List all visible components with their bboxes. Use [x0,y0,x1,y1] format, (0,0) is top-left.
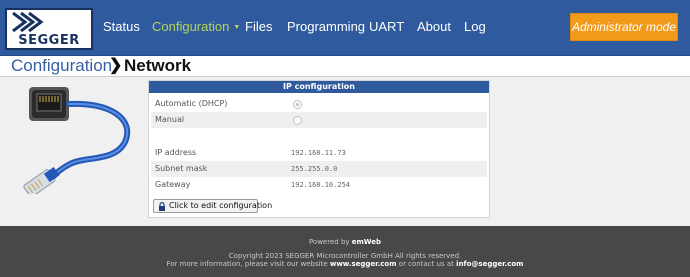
manual-radio[interactable] [293,116,302,125]
website-link[interactable]: www.segger.com [330,260,397,268]
ip-address-value: 192.168.11.73 [291,149,346,157]
footer-contact: For more information, please visit our w… [0,260,690,268]
footer-copyright: Copyright 2023 SEGGER Microcontroller Gm… [228,252,462,260]
subnet-mask-value: 255.255.0.0 [291,165,338,173]
powered-by-prefix: Powered by [308,238,350,246]
nav-about[interactable]: About [417,19,451,34]
subnet-mask-row: Subnet mask 255.255.0.0 [151,161,487,177]
gateway-value: 192.168.10.254 [291,181,351,189]
administrator-mode-button[interactable]: Administrator mode [570,13,678,41]
nav-files[interactable]: Files [245,19,272,34]
top-navigation-bar: SEGGER Status Configuration ▼ Files Progr… [0,0,690,56]
email-link[interactable]: info@segger.com [456,260,523,268]
edit-configuration-label: Click to edit configuration [169,201,273,210]
nav-configuration-label: Configuration [152,19,230,34]
gateway-row: Gateway 192.168.10.254 [151,177,487,193]
footer: Powered by emWeb Copyright 2023 SEGGER M… [0,226,690,277]
ethernet-cable-icon [23,87,130,194]
breadcrumb: Configuration ❯ Network [0,56,690,77]
nav-status[interactable]: Status [103,19,140,34]
ip-address-label: IP address [155,148,197,157]
contact-middle: or contact us at [398,260,454,268]
manual-label: Manual [155,115,185,124]
powered-by-brand[interactable]: emWeb [352,238,381,246]
nav-programming[interactable]: Programming [287,19,365,34]
nav-uart[interactable]: UART [369,19,404,34]
dhcp-label: Automatic (DHCP) [155,99,228,108]
ip-configuration-panel: IP configuration Automatic (DHCP) Manual… [148,80,490,218]
gateway-label: Gateway [155,180,191,189]
dhcp-row[interactable]: Automatic (DHCP) [151,96,487,112]
nav-log[interactable]: Log [464,19,486,34]
manual-row[interactable]: Manual [151,112,487,128]
lock-icon [159,202,165,211]
dropdown-caret-icon: ▼ [233,24,241,31]
logo-text: SEGGER [18,33,80,48]
dhcp-radio[interactable] [293,100,302,109]
contact-prefix: For more information, please visit our w… [166,260,328,268]
breadcrumb-parent[interactable]: Configuration [11,56,112,76]
subnet-mask-label: Subnet mask [155,164,208,173]
breadcrumb-separator-icon: ❯ [109,57,123,74]
page-title: Network [124,56,192,75]
segger-logo[interactable]: SEGGER [5,8,93,50]
edit-configuration-button[interactable]: Click to edit configuration [153,199,272,213]
footer-powered-by: Powered by emWeb [0,238,690,246]
segger-chevron-icon [12,12,44,32]
nav-configuration[interactable]: Configuration ▼ [152,19,240,34]
panel-title: IP configuration [149,81,489,93]
ip-address-row: IP address 192.168.11.73 [151,145,487,161]
